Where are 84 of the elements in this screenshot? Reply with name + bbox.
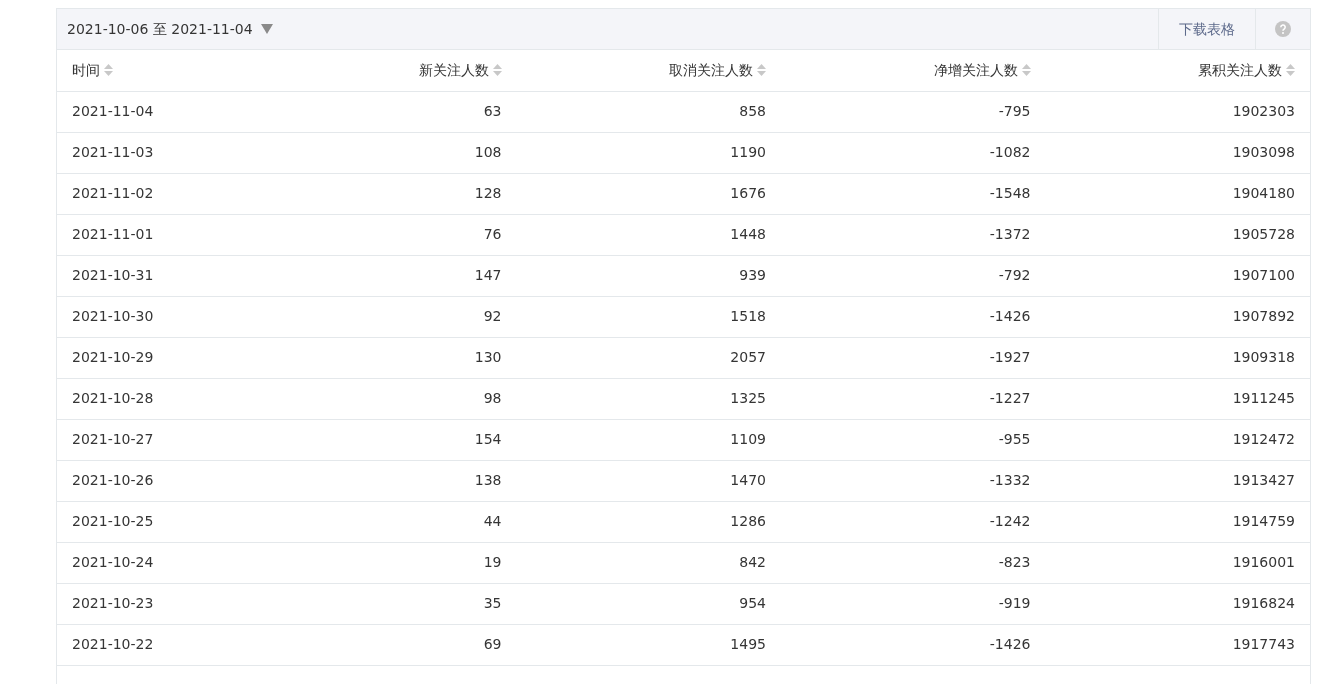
- table-cell: 2021-10-27: [72, 431, 154, 447]
- table-cell: -795: [998, 103, 1031, 119]
- table-cell: 1904180: [1232, 185, 1295, 201]
- table-cell: 2057: [730, 349, 766, 365]
- table-cell: 2021-10-26: [72, 472, 154, 488]
- table-cell: 1676: [730, 185, 766, 201]
- table-cell: 2021-10-28: [72, 390, 154, 406]
- table-cell: 154: [474, 431, 502, 447]
- table-cell: 130: [474, 349, 502, 365]
- table-cell: 108: [474, 144, 502, 160]
- table-cell: 128: [474, 185, 502, 201]
- table-cell: 1903098: [1232, 144, 1295, 160]
- table-cell: 1916824: [1232, 595, 1295, 611]
- table-cell: 1912472: [1232, 431, 1295, 447]
- table-cell: 2021-11-01: [72, 226, 154, 242]
- table-cell: 1286: [730, 513, 766, 529]
- table-cell: 138: [474, 472, 502, 488]
- table-cell: 1907892: [1232, 308, 1295, 324]
- table-cell: -1332: [989, 472, 1031, 488]
- column-header[interactable]: 新关注人数: [418, 59, 502, 81]
- column-header[interactable]: 净增关注人数: [933, 59, 1031, 81]
- table-cell: 1916001: [1232, 554, 1295, 570]
- table-cell: 2021-11-02: [72, 185, 154, 201]
- sort-icon: [492, 64, 502, 77]
- table-cell: 19: [483, 554, 502, 570]
- table-cell: 1495: [730, 636, 766, 652]
- table-cell: 147: [474, 267, 502, 283]
- help-icon[interactable]: [1275, 21, 1291, 37]
- table-cell: 1911245: [1232, 390, 1295, 406]
- table-cell: -1227: [989, 390, 1031, 406]
- table-cell: -1082: [989, 144, 1031, 160]
- table-cell: 2021-11-04: [72, 103, 154, 119]
- table-cell: 63: [483, 103, 502, 119]
- table-cell: 2021-10-23: [72, 595, 154, 611]
- sort-icon: [1021, 64, 1031, 77]
- table-cell: 1448: [730, 226, 766, 242]
- table-cell: -1372: [989, 226, 1031, 242]
- table-cell: 2021-10-25: [72, 513, 154, 529]
- column-header[interactable]: 时间: [72, 59, 113, 81]
- table-cell: 2021-10-30: [72, 308, 154, 324]
- table-cell: 1902303: [1232, 103, 1295, 119]
- table-cell: -955: [998, 431, 1031, 447]
- table-cell: 2021-11-03: [72, 144, 154, 160]
- table-cell: -1242: [989, 513, 1031, 529]
- sort-icon: [1286, 64, 1295, 77]
- table-cell: 1905728: [1232, 226, 1295, 242]
- table-cell: 35: [483, 595, 502, 611]
- table-cell: 954: [739, 595, 766, 611]
- column-header[interactable]: 累积关注人数: [1198, 59, 1295, 81]
- table-cell: 76: [483, 226, 502, 242]
- table-cell: -919: [998, 595, 1031, 611]
- table-cell: 1470: [730, 472, 766, 488]
- table-cell: 2021-10-22: [72, 636, 154, 652]
- caret-down-icon: [260, 24, 273, 34]
- table-cell: 2021-10-29: [72, 349, 154, 365]
- table-cell: -1927: [989, 349, 1031, 365]
- table-cell: -1426: [989, 636, 1031, 652]
- table-cell: 1909318: [1232, 349, 1295, 365]
- table-cell: 2021-10-24: [72, 554, 154, 570]
- table-cell: -823: [998, 554, 1031, 570]
- column-header[interactable]: 取消关注人数: [669, 59, 766, 81]
- table-cell: 1914759: [1232, 513, 1295, 529]
- date-range-dropdown[interactable]: 2021-10-06 至 2021-11-04: [57, 17, 279, 41]
- table-cell: 842: [739, 554, 766, 570]
- table-cell: -1548: [989, 185, 1031, 201]
- table-cell: 1917743: [1232, 636, 1295, 652]
- table-cell: 1518: [730, 308, 766, 324]
- download-table-button[interactable]: 下载表格: [1158, 9, 1255, 49]
- table-cell: 939: [739, 267, 766, 283]
- sort-icon: [104, 64, 113, 77]
- table-cell: 858: [739, 103, 766, 119]
- table-cell: 44: [483, 513, 502, 529]
- table-cell: 1109: [730, 431, 766, 447]
- table-cell: 1325: [730, 390, 766, 406]
- table-cell: 92: [483, 308, 502, 324]
- table-cell: 98: [483, 390, 502, 406]
- table-cell: 69: [483, 636, 502, 652]
- table-cell: 1907100: [1232, 267, 1295, 283]
- table-cell: 1190: [730, 144, 766, 160]
- sort-icon: [757, 64, 766, 77]
- table-cell: 1913427: [1232, 472, 1295, 488]
- table-cell: -1426: [989, 308, 1031, 324]
- table-cell: 2021-10-31: [72, 267, 154, 283]
- table-cell: -792: [998, 267, 1031, 283]
